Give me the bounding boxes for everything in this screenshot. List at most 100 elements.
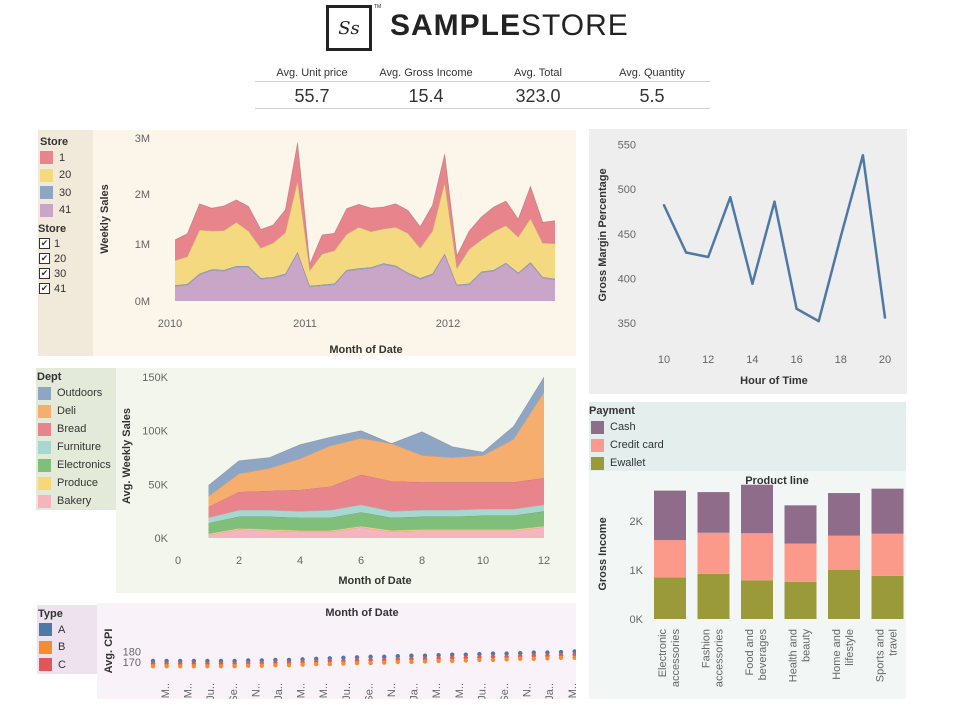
bar-segment-cash[interactable] [828, 493, 860, 536]
cpi-point-type-b[interactable] [232, 664, 237, 669]
bar-segment-cash[interactable] [654, 490, 686, 541]
bar-segment-ewallet[interactable] [697, 573, 730, 619]
legend-item[interactable]: Outdoors [38, 384, 111, 402]
checkbox-checked-icon[interactable]: ✔ [39, 253, 50, 264]
line-point[interactable] [773, 200, 776, 203]
cpi-point-type-b[interactable] [490, 657, 496, 663]
legend-item[interactable]: Bread [38, 420, 111, 438]
cpi-point-type-b[interactable] [218, 664, 224, 669]
x-tick-label: Food and [744, 629, 756, 675]
bar-segment-credit-card[interactable] [784, 543, 817, 582]
bar-segment-cash[interactable] [697, 492, 730, 533]
legend-item[interactable]: Ewallet [591, 454, 664, 472]
cpi-point-type-b[interactable] [463, 658, 468, 663]
legend-item[interactable]: C [39, 656, 66, 674]
bar-segment-ewallet[interactable] [871, 575, 904, 619]
kpi-label: Avg. Total [514, 67, 562, 79]
legend-swatch [38, 494, 51, 508]
store-filter-item[interactable]: ✔ 1 [39, 236, 66, 251]
cpi-point-type-b[interactable] [314, 661, 319, 667]
gross-margin-line[interactable] [662, 154, 887, 323]
checkbox-checked-icon[interactable]: ✔ [39, 238, 50, 249]
cpi-point-type-b[interactable] [409, 659, 414, 665]
legend-item[interactable]: Furniture [38, 438, 111, 456]
line-point[interactable] [795, 307, 798, 310]
line-point[interactable] [751, 282, 754, 285]
bar-segment-cash[interactable] [871, 488, 904, 534]
bar-segment-ewallet[interactable] [784, 581, 817, 619]
cpi-point-type-b[interactable] [246, 663, 251, 668]
checkbox-checked-icon[interactable]: ✔ [39, 268, 50, 279]
cpi-point-type-b[interactable] [504, 657, 509, 662]
cpi-point-type-b[interactable] [150, 664, 156, 669]
cpi-point-type-b[interactable] [395, 659, 400, 665]
cpi-point-type-b[interactable] [518, 656, 523, 662]
x-tick-label: 12 [702, 354, 714, 366]
cpi-point-type-b[interactable] [191, 664, 196, 669]
cpi-point-type-b[interactable] [354, 660, 360, 666]
legend-item[interactable]: 1 [40, 149, 71, 167]
cpi-point-type-b[interactable] [450, 658, 455, 664]
cpi-point-type-b[interactable] [327, 661, 332, 667]
line-point[interactable] [817, 320, 820, 323]
bar-segment-cash[interactable] [784, 505, 817, 544]
bar-segment-credit-card[interactable] [871, 533, 904, 576]
cpi-point-type-b[interactable] [436, 658, 441, 664]
cpi-point-type-b[interactable] [286, 662, 292, 668]
cpi-point-type-b[interactable] [572, 655, 577, 660]
legend-item[interactable]: Cash [591, 418, 664, 436]
cpi-point-type-b[interactable] [545, 656, 550, 661]
line-point[interactable] [707, 255, 710, 259]
store-filter-item[interactable]: ✔ 30 [39, 266, 66, 281]
x-axis-title: Month of Date [329, 344, 402, 356]
legend-item[interactable]: Produce [38, 474, 111, 492]
checkbox-checked-icon[interactable]: ✔ [39, 283, 50, 294]
legend-item[interactable]: Deli [38, 402, 111, 420]
line-point[interactable] [883, 316, 887, 319]
cpi-point-type-b[interactable] [273, 662, 278, 668]
bar-segment-credit-card[interactable] [697, 532, 730, 574]
line-point[interactable] [684, 251, 688, 254]
legend-item[interactable]: B [39, 639, 66, 657]
legend-item[interactable]: 20 [40, 167, 71, 185]
legend-item[interactable]: Bakery [38, 492, 111, 510]
cpi-point-type-b[interactable] [341, 661, 346, 666]
legend-item[interactable]: 30 [40, 184, 71, 202]
store-filter-item[interactable]: ✔ 20 [39, 251, 66, 266]
legend-item[interactable]: Electronics [38, 456, 111, 474]
kpi-label: Avg. Quantity [619, 67, 685, 79]
bar-segment-ewallet[interactable] [654, 577, 686, 619]
bar-segment-credit-card[interactable] [654, 540, 686, 578]
cpi-point-type-b[interactable] [178, 664, 183, 669]
store-filter-item[interactable]: ✔ 41 [39, 281, 66, 296]
x-tick-label: Se.. [363, 683, 375, 699]
store-legend-title: Store [40, 136, 69, 148]
cpi-point-type-b[interactable] [477, 657, 482, 663]
store-filter-label: 41 [54, 282, 67, 295]
cpi-point-type-b[interactable] [531, 656, 536, 662]
bar-segment-credit-card[interactable] [741, 533, 773, 581]
y-axis-title: Weekly Sales [99, 184, 111, 254]
bar-segment-credit-card[interactable] [828, 535, 860, 570]
x-tick-label: 16 [790, 354, 802, 366]
bar-segment-ewallet[interactable] [741, 580, 773, 619]
cpi-point-type-b[interactable] [300, 662, 305, 667]
cpi-point-type-b[interactable] [368, 660, 373, 666]
cpi-point-type-b[interactable] [422, 659, 428, 664]
bar-segment-cash[interactable] [741, 484, 773, 534]
cpi-point-type-b[interactable] [164, 664, 169, 669]
bar-segment-ewallet[interactable] [828, 570, 860, 619]
cpi-point-type-b[interactable] [558, 655, 564, 660]
line-point[interactable] [662, 204, 666, 207]
cpi-point-type-b[interactable] [382, 660, 387, 665]
cpi-point-type-b[interactable] [259, 663, 264, 668]
legend-swatch [38, 422, 51, 436]
line-point[interactable] [861, 154, 865, 157]
y-axis-title: Gross Margin Percentage [597, 168, 609, 301]
legend-item[interactable]: A [39, 621, 66, 639]
line-point[interactable] [839, 235, 842, 238]
legend-item[interactable]: Credit card [591, 436, 664, 454]
legend-item[interactable]: 41 [40, 202, 71, 220]
line-point[interactable] [729, 196, 732, 199]
cpi-point-type-b[interactable] [205, 664, 210, 669]
